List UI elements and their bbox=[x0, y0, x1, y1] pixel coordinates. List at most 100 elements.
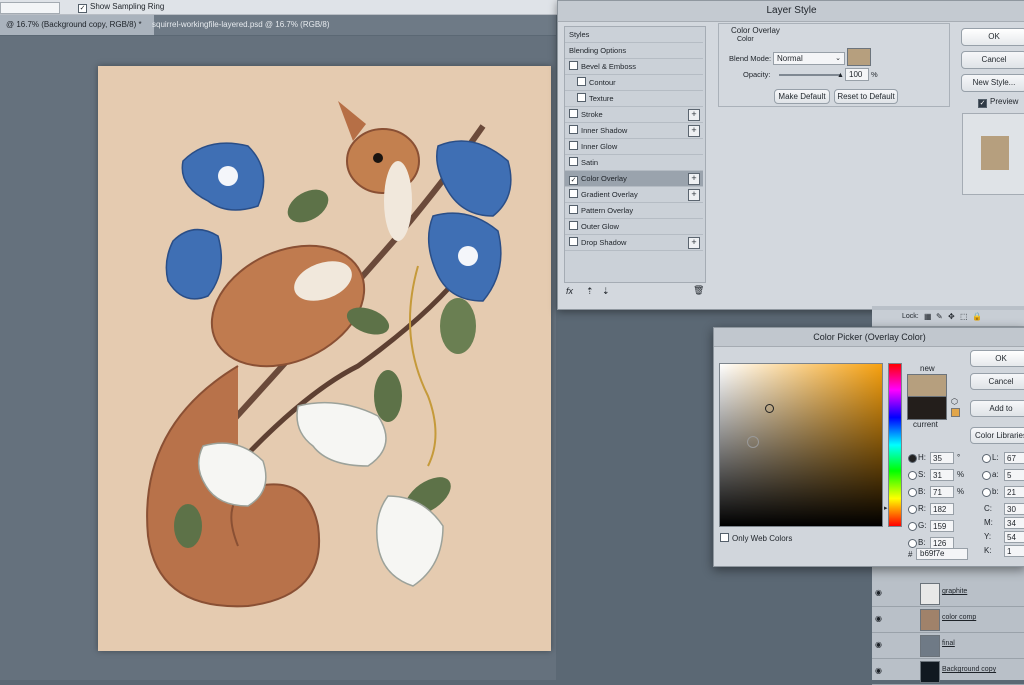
color-picker-ok-button[interactable]: OK bbox=[970, 350, 1024, 367]
style-item-color-overlay[interactable]: ✓ Color Overlay + bbox=[565, 171, 703, 187]
lock-move-icon[interactable]: ✥ bbox=[948, 312, 955, 321]
style-checkbox[interactable] bbox=[569, 189, 578, 198]
channel-input[interactable]: 159 bbox=[930, 520, 954, 532]
preview-checkbox[interactable]: ✓ bbox=[978, 99, 987, 108]
lock-artboard-icon[interactable]: ⬚ bbox=[960, 312, 968, 321]
channel-input[interactable]: 71 bbox=[930, 486, 954, 498]
visibility-eye-icon[interactable]: ◉ bbox=[875, 614, 882, 623]
style-item-satin[interactable]: Satin bbox=[565, 155, 703, 171]
channel-input[interactable]: 1 bbox=[1004, 545, 1024, 557]
channel-input[interactable]: 21 bbox=[1004, 486, 1024, 498]
tab-background-copy[interactable]: @ 16.7% (Background copy, RGB/8) * bbox=[0, 15, 154, 35]
style-item-texture[interactable]: Texture bbox=[565, 91, 703, 107]
lock-transparent-icon[interactable]: ▦ bbox=[924, 312, 932, 321]
style-item-pattern-overlay[interactable]: Pattern Overlay bbox=[565, 203, 703, 219]
style-checkbox[interactable] bbox=[569, 157, 578, 166]
preview-option[interactable]: ✓ Preview bbox=[978, 97, 1018, 108]
color-libraries-button[interactable]: Color Libraries bbox=[970, 427, 1024, 444]
layer-name[interactable]: Background copy bbox=[942, 666, 996, 673]
lock-all-icon[interactable]: 🔒 bbox=[972, 312, 982, 321]
style-item-bevel-emboss[interactable]: Bevel & Emboss bbox=[565, 59, 703, 75]
reset-to-default-button[interactable]: Reset to Default bbox=[834, 89, 898, 104]
layer-name[interactable]: graphite bbox=[942, 588, 967, 595]
web-safe-warning-icon[interactable] bbox=[951, 408, 960, 417]
add-style-icon[interactable]: + bbox=[688, 189, 700, 201]
channel-radio[interactable] bbox=[908, 471, 917, 480]
hex-input[interactable]: b69f7e bbox=[916, 548, 968, 560]
channel-input[interactable]: 35 bbox=[930, 452, 954, 464]
channel-radio[interactable] bbox=[908, 454, 917, 463]
color-field-marker[interactable] bbox=[765, 404, 774, 413]
channel-input[interactable]: 67 bbox=[1004, 452, 1024, 464]
style-item-drop-shadow[interactable]: Drop Shadow + bbox=[565, 235, 703, 251]
style-item-gradient-overlay[interactable]: Gradient Overlay + bbox=[565, 187, 703, 203]
add-style-icon[interactable]: + bbox=[688, 173, 700, 185]
lock-paint-icon[interactable]: ✎ bbox=[936, 312, 943, 321]
add-to-swatches-button[interactable]: Add to Swatches bbox=[970, 400, 1024, 417]
blend-mode-select[interactable]: Normal ⌄ bbox=[773, 52, 845, 65]
trash-icon[interactable]: 🗑 bbox=[693, 285, 704, 296]
style-checkbox[interactable] bbox=[569, 125, 578, 134]
make-default-button[interactable]: Make Default bbox=[774, 89, 830, 104]
styles-header[interactable]: Styles bbox=[565, 27, 703, 43]
visibility-eye-icon[interactable]: ◉ bbox=[875, 588, 882, 597]
style-item-blending-options[interactable]: Blending Options bbox=[565, 43, 703, 59]
hue-slider[interactable]: ▸ bbox=[884, 363, 902, 527]
channel-input[interactable]: 34 bbox=[1004, 517, 1024, 529]
color-field[interactable] bbox=[719, 363, 883, 527]
sampling-ring-option[interactable]: ✓ Show Sampling Ring bbox=[78, 2, 164, 13]
sampling-ring-checkbox[interactable]: ✓ bbox=[78, 4, 87, 13]
add-style-icon[interactable]: + bbox=[688, 237, 700, 249]
layer-name[interactable]: final bbox=[942, 640, 955, 647]
fx-icon[interactable]: fx bbox=[566, 286, 573, 296]
style-checkbox[interactable] bbox=[569, 61, 578, 70]
channel-radio[interactable] bbox=[908, 539, 917, 548]
move-up-icon[interactable]: ⇡ bbox=[586, 286, 594, 297]
channel-input[interactable]: 30 bbox=[1004, 503, 1024, 515]
color-picker-cancel-button[interactable]: Cancel bbox=[970, 373, 1024, 390]
hue-slider-thumb[interactable]: ▸ bbox=[884, 504, 888, 512]
style-checkbox[interactable] bbox=[569, 205, 578, 214]
style-item-contour[interactable]: Contour bbox=[565, 75, 703, 91]
opacity-slider[interactable]: ▲ bbox=[779, 72, 844, 79]
layer-row[interactable]: ◉ color comp bbox=[872, 606, 1024, 633]
visibility-eye-icon[interactable]: ◉ bbox=[875, 666, 882, 675]
style-checkbox[interactable] bbox=[577, 93, 586, 102]
style-checkbox[interactable] bbox=[569, 141, 578, 150]
only-web-colors-checkbox[interactable] bbox=[720, 533, 729, 542]
cube-icon[interactable]: ⬡ bbox=[951, 397, 958, 406]
sample-size-dropdown[interactable] bbox=[0, 2, 60, 14]
channel-radio[interactable] bbox=[982, 488, 991, 497]
layer-row[interactable]: ◉ final bbox=[872, 632, 1024, 659]
layer-name[interactable]: color comp bbox=[942, 614, 976, 621]
new-style-button[interactable]: New Style... bbox=[961, 74, 1024, 92]
style-item-inner-glow[interactable]: Inner Glow bbox=[565, 139, 703, 155]
layer-row[interactable]: ◉ graphite bbox=[872, 580, 1024, 607]
opacity-input[interactable]: 100 bbox=[845, 68, 869, 81]
channel-radio[interactable] bbox=[982, 471, 991, 480]
style-checkbox[interactable] bbox=[569, 237, 578, 246]
channel-radio[interactable] bbox=[908, 488, 917, 497]
cancel-button[interactable]: Cancel bbox=[961, 51, 1024, 69]
ok-button[interactable]: OK bbox=[961, 28, 1024, 46]
overlay-color-swatch[interactable] bbox=[847, 48, 871, 66]
add-style-icon[interactable]: + bbox=[688, 109, 700, 121]
style-item-stroke[interactable]: Stroke + bbox=[565, 107, 703, 123]
visibility-eye-icon[interactable]: ◉ bbox=[875, 640, 882, 649]
style-checkbox[interactable] bbox=[577, 77, 586, 86]
style-checkbox[interactable] bbox=[569, 221, 578, 230]
channel-input[interactable]: 182 bbox=[930, 503, 954, 515]
tab-squirrel-workingfile[interactable]: squirrel-workingfile-layered.psd @ 16.7%… bbox=[146, 15, 336, 35]
current-color-swatch[interactable] bbox=[907, 396, 947, 420]
channel-input[interactable]: 54 bbox=[1004, 531, 1024, 543]
layer-row[interactable]: ◉ Background copy bbox=[872, 658, 1024, 685]
channel-radio[interactable] bbox=[908, 505, 917, 514]
opacity-slider-thumb[interactable]: ▲ bbox=[837, 72, 844, 79]
channel-radio[interactable] bbox=[982, 454, 991, 463]
style-item-inner-shadow[interactable]: Inner Shadow + bbox=[565, 123, 703, 139]
channel-radio[interactable] bbox=[908, 522, 917, 531]
channel-input[interactable]: 5 bbox=[1004, 469, 1024, 481]
only-web-colors-option[interactable]: Only Web Colors bbox=[720, 533, 792, 543]
channel-input[interactable]: 31 bbox=[930, 469, 954, 481]
move-down-icon[interactable]: ⇣ bbox=[602, 286, 610, 297]
